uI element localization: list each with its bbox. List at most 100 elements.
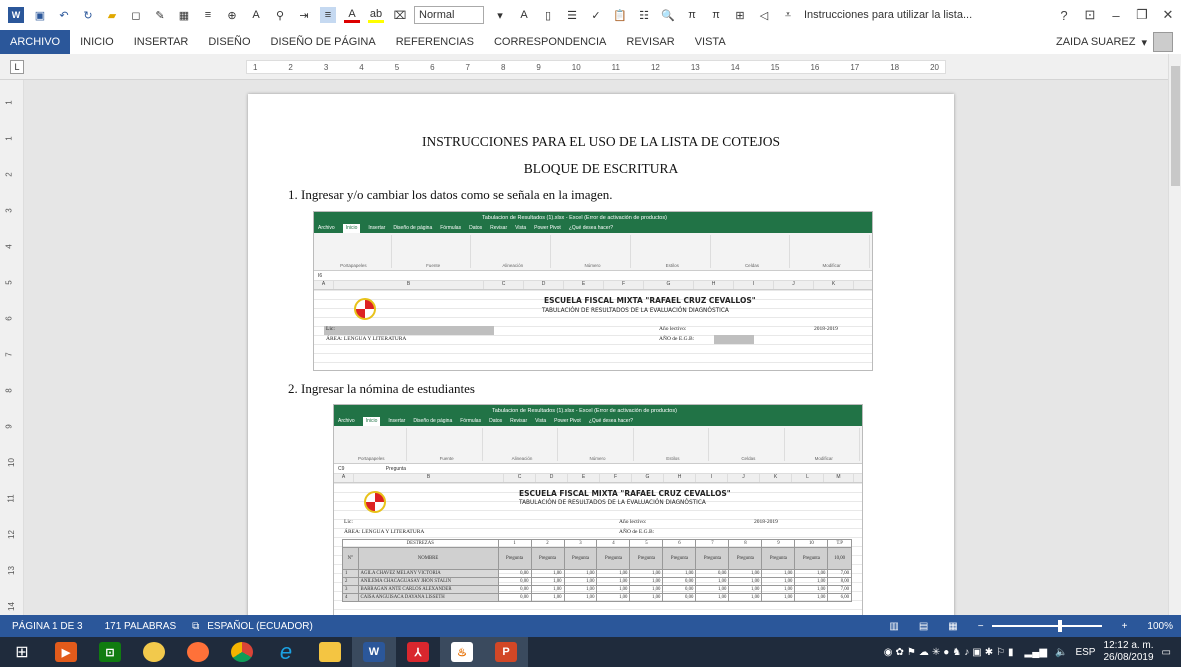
tab-insertar[interactable]: INSERTAR <box>124 30 199 54</box>
style-select[interactable]: Normal <box>414 6 484 24</box>
media-icon[interactable]: ▶ <box>44 637 88 667</box>
customize-icon[interactable]: ⩡ <box>780 7 796 23</box>
explorer-icon[interactable] <box>308 637 352 667</box>
symbol-icon[interactable]: π <box>708 7 724 23</box>
redo-icon[interactable]: ↻ <box>80 7 96 23</box>
acrobat-icon[interactable]: ⅄ <box>396 637 440 667</box>
clock[interactable]: 12:12 a. m. 26/08/2019 <box>1103 640 1153 664</box>
scrollbar-thumb[interactable] <box>1171 66 1180 186</box>
print-preview-icon[interactable]: ◻ <box>128 7 144 23</box>
proofing-icon[interactable]: ⧉ <box>192 621 199 632</box>
wifi-icon[interactable]: ▂▄▆ <box>1025 647 1047 658</box>
chrome-alt-icon[interactable] <box>132 637 176 667</box>
tab-vista[interactable]: VISTA <box>685 30 736 54</box>
table-cell: NOMBRE <box>357 547 499 570</box>
insert-icon[interactable]: ⊕ <box>224 7 240 23</box>
list-icon[interactable]: ☰ <box>564 7 580 23</box>
word-count[interactable]: 171 PALABRAS <box>105 621 177 632</box>
page-subtitle: BLOQUE DE ESCRITURA <box>523 161 679 176</box>
tab-selector[interactable]: L <box>10 60 24 74</box>
paste-icon[interactable]: 📋 <box>612 7 628 23</box>
shape-icon[interactable]: ◁ <box>756 7 772 23</box>
input-language[interactable]: ESP <box>1075 647 1095 658</box>
tab-archivo[interactable]: ARCHIVO <box>0 30 71 54</box>
horizontal-ruler: L 1 2 3 4 5 6 7 8 9 10 11 12 13 14 15 16 17 18 20 <box>0 54 1181 80</box>
table-cell: 1,00 <box>530 569 565 578</box>
avatar[interactable] <box>1153 32 1173 52</box>
user-name[interactable]: ZAIDA SUAREZ <box>1056 36 1135 48</box>
zoom-out-icon[interactable]: − <box>978 621 984 632</box>
table-icon[interactable]: ▦ <box>176 7 192 23</box>
table-cell: 4 <box>596 539 631 548</box>
firefox-icon[interactable] <box>176 637 220 667</box>
zoom-level[interactable]: 100% <box>1147 621 1173 632</box>
textbox-icon[interactable]: ⊞ <box>732 7 748 23</box>
font-color-icon[interactable]: A <box>344 7 360 23</box>
table-cell: 7,00 <box>827 585 852 594</box>
tab-diseno[interactable]: DISEÑO <box>198 30 260 54</box>
powerpoint-icon[interactable]: P <box>484 637 528 667</box>
ruler-scale[interactable]: 1 2 3 4 5 6 7 8 9 10 11 12 13 14 15 16 17 18 20 <box>246 60 946 74</box>
spelling-icon[interactable]: ✓ <box>588 7 604 23</box>
print-layout-icon[interactable]: ▤ <box>919 621 928 632</box>
find-icon[interactable]: ⚲ <box>272 7 288 23</box>
tab-revisar[interactable]: REVISAR <box>616 30 684 54</box>
word-icon[interactable]: W <box>8 7 24 23</box>
user-account[interactable]: ZAIDA SUAREZ ▾ <box>1056 30 1173 54</box>
close-icon[interactable]: ✕ <box>1155 7 1181 23</box>
notifications-icon[interactable]: ▭ <box>1162 647 1171 658</box>
vertical-scrollbar[interactable] <box>1168 54 1181 615</box>
zoom-icon[interactable]: 🔍 <box>660 7 676 23</box>
maximize-icon[interactable]: ❐ <box>1129 7 1155 23</box>
vruler-mark: 8 <box>4 388 14 393</box>
table-cell: 1,00 <box>695 577 730 586</box>
chevron-down-icon[interactable]: ▾ <box>492 7 508 23</box>
text-effects-icon[interactable]: A <box>516 7 532 23</box>
zoom-slider-thumb[interactable] <box>1057 620 1062 632</box>
page-count[interactable]: PÁGINA 1 DE 3 <box>12 621 83 632</box>
volume-icon[interactable]: 🔈 <box>1055 647 1067 658</box>
ie-icon[interactable]: e <box>264 637 308 667</box>
highlight-icon[interactable]: ab <box>368 7 384 23</box>
bullets-icon[interactable]: ☷ <box>636 7 652 23</box>
document-page[interactable]: INSTRUCCIONES PARA EL USO DE LA LISTA DE… <box>248 94 954 615</box>
excel-formula-bar: I6 <box>314 271 872 281</box>
table-cell: Pregunta <box>629 547 664 570</box>
align-center-icon[interactable]: ≡ <box>320 7 336 23</box>
minimize-icon[interactable]: – <box>1103 8 1129 23</box>
zoom-in-icon[interactable]: + <box>1122 621 1128 632</box>
excel-menu-item: Vista <box>535 418 547 424</box>
tray-icons[interactable]: ◉✿⚑☁✳●♞♪▣✱⚐▮ <box>884 647 1017 658</box>
table-cell: Pregunta <box>761 547 796 570</box>
ruler-mark: 5 <box>394 62 400 72</box>
page-icon[interactable]: ▯ <box>540 7 556 23</box>
store-icon[interactable]: ⊡ <box>88 637 132 667</box>
help-icon[interactable]: ? <box>1051 8 1077 23</box>
tab-inicio[interactable]: INICIO <box>70 30 124 54</box>
chrome-icon[interactable] <box>220 637 264 667</box>
ribbon-display-icon[interactable]: ⊡ <box>1077 7 1103 23</box>
tab-correspondencia[interactable]: CORRESPONDENCIA <box>484 30 616 54</box>
table-cell: 0,00 <box>497 585 532 594</box>
read-mode-icon[interactable]: ▥ <box>889 621 898 632</box>
zoom-slider[interactable] <box>991 620 1102 632</box>
format-painter-icon[interactable]: ✎ <box>152 7 168 23</box>
open-icon[interactable]: ▰ <box>104 7 120 23</box>
align-icon[interactable]: ≡ <box>200 7 216 23</box>
font-grow-icon[interactable]: A <box>248 7 264 23</box>
undo-icon[interactable]: ↶ <box>56 7 72 23</box>
table-cell: Pregunta <box>695 547 730 570</box>
windows-icon[interactable]: ⊞ <box>0 637 44 667</box>
web-layout-icon[interactable]: ▦ <box>948 621 957 632</box>
language-status[interactable]: ESPAÑOL (ECUADOR) <box>207 621 313 632</box>
equation-icon[interactable]: π <box>684 7 700 23</box>
table-cell: 0,00 <box>662 577 697 586</box>
word-icon[interactable]: W <box>352 637 396 667</box>
indent-icon[interactable]: ⇥ <box>296 7 312 23</box>
tab-referencias[interactable]: REFERENCIAS <box>386 30 484 54</box>
window-controls: ? ⊡ – ❐ ✕ <box>1051 0 1181 30</box>
java-icon[interactable]: ♨ <box>440 637 484 667</box>
save-icon[interactable]: ▣ <box>32 7 48 23</box>
tab-diseno-pagina[interactable]: DISEÑO DE PÁGINA <box>261 30 386 54</box>
clear-format-icon[interactable]: ⌧ <box>392 7 408 23</box>
